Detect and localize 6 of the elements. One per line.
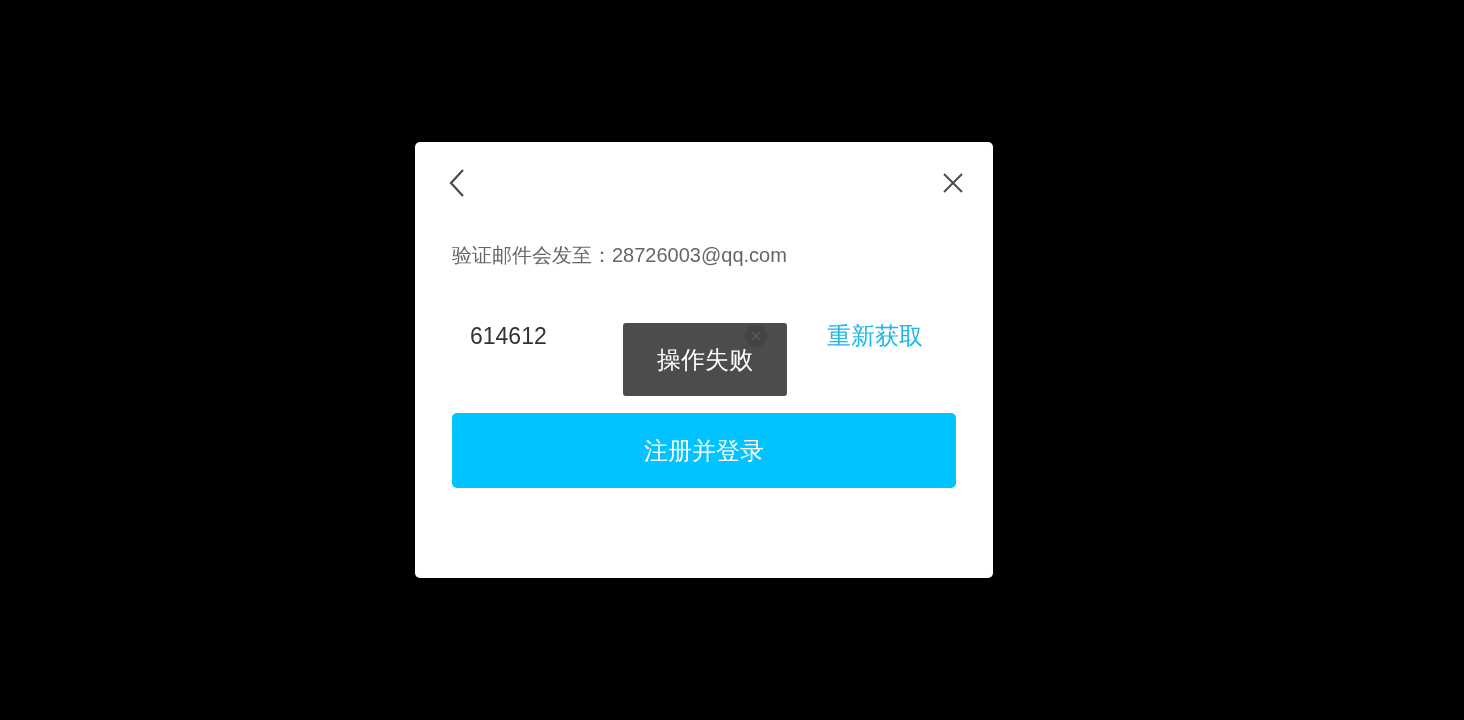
back-icon[interactable] — [448, 168, 466, 198]
register-login-button[interactable]: 注册并登录 — [452, 413, 956, 488]
notice-text: 验证邮件会发至：28726003@qq.com — [452, 243, 787, 268]
error-toast: 操作失败 — [623, 323, 787, 396]
resend-link[interactable]: 重新获取 — [827, 320, 923, 352]
close-icon[interactable] — [942, 172, 964, 194]
